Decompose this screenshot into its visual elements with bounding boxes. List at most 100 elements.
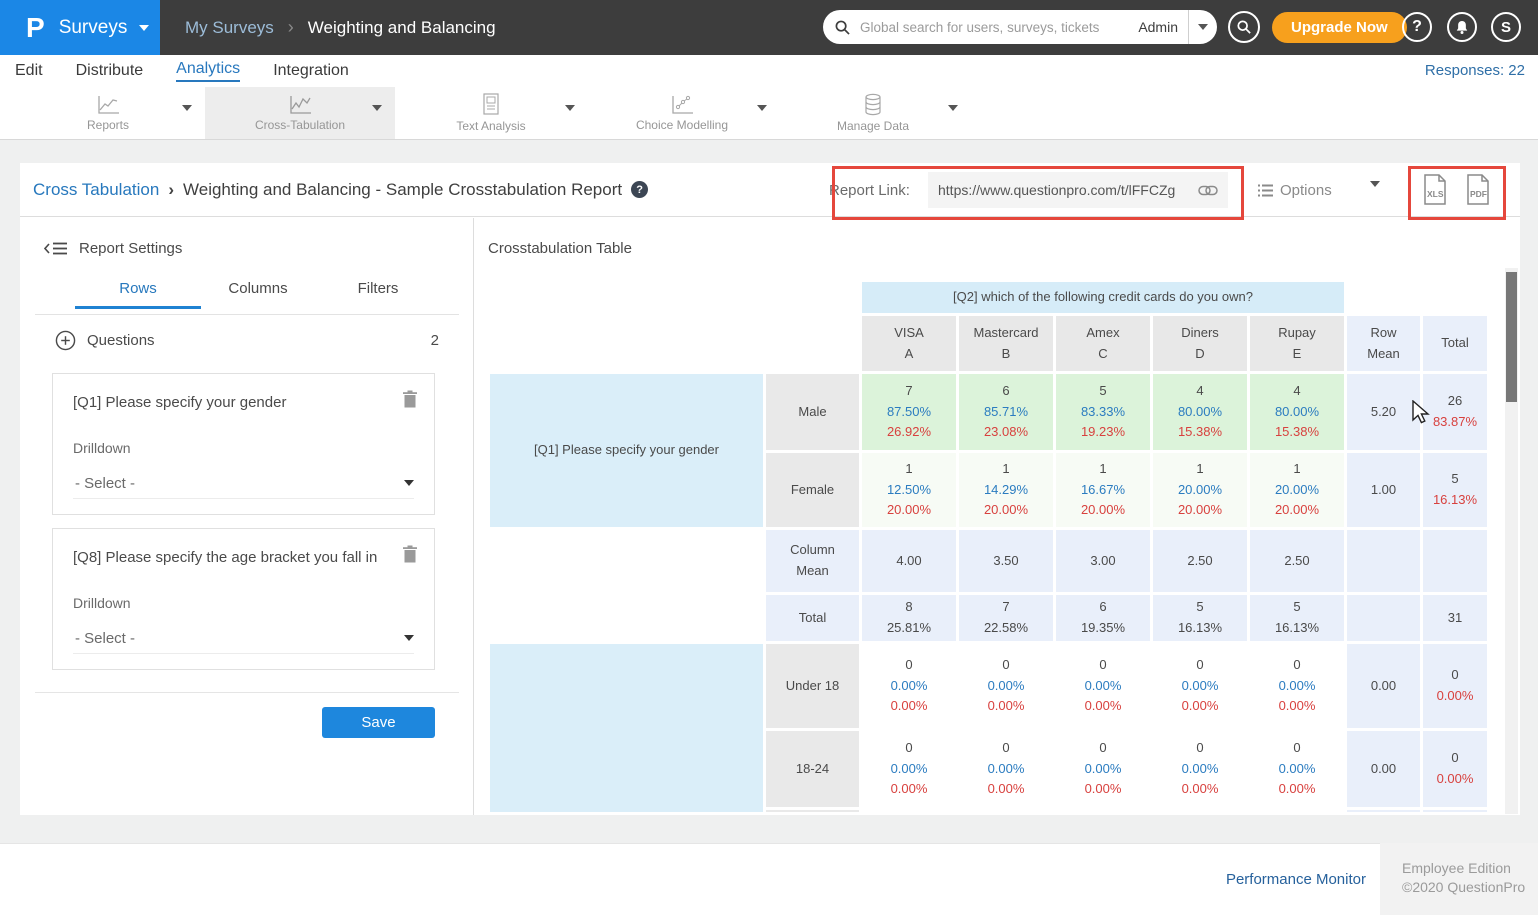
report-settings-panel: Report Settings Rows Columns Filters Que… [20, 218, 474, 815]
toolbar-reports[interactable]: Reports [27, 87, 189, 139]
report-help-icon[interactable]: ? [631, 181, 648, 198]
options-list-icon [1258, 184, 1273, 197]
search-button[interactable] [1228, 11, 1260, 43]
drilldown-select[interactable]: - Select - [73, 623, 414, 654]
data-cell: 00.00%0.00% [959, 644, 1053, 728]
column-header-amex: AmexC [1056, 316, 1150, 371]
toolbar-cross-tabulation[interactable]: Cross-Tabulation [205, 87, 395, 139]
column-mean-cell: 2.50 [1250, 530, 1344, 592]
scatter-chart-icon [669, 94, 695, 116]
cross-tabulation-caret[interactable] [372, 111, 382, 129]
options-button[interactable]: Options [1258, 172, 1332, 208]
table-cell [959, 810, 1053, 812]
export-xls-icon[interactable]: XLS [1421, 174, 1449, 206]
drilldown-select[interactable]: - Select - [73, 468, 414, 499]
user-avatar[interactable]: S [1491, 12, 1521, 42]
data-cell: 685.71%23.08% [959, 374, 1053, 450]
select-value: - Select - [73, 630, 404, 647]
breadcrumb-my-surveys[interactable]: My Surveys [185, 18, 274, 38]
choice-modelling-caret[interactable] [757, 111, 767, 129]
save-button[interactable]: Save [322, 707, 435, 738]
column-question-banner: [Q2] which of the following credit cards… [862, 282, 1344, 313]
cross-tabulation-link[interactable]: Cross Tabulation [33, 180, 159, 200]
options-label: Options [1280, 182, 1332, 199]
data-row-under-18: Under 1800.00%0.00%00.00%0.00%00.00%0.00… [490, 644, 1487, 728]
row-total-cell: 00.00% [1423, 644, 1487, 728]
document-icon [481, 93, 501, 117]
reports-caret[interactable] [182, 111, 192, 129]
help-button[interactable]: ? [1402, 12, 1432, 42]
report-content: Cross Tabulation › Weighting and Balanci… [20, 163, 1520, 815]
questions-label: Questions [87, 332, 431, 349]
table-cell [1347, 595, 1420, 641]
total-cell: 825.81% [862, 595, 956, 641]
global-search-input[interactable] [858, 19, 1132, 36]
table-cell [1347, 530, 1420, 592]
tab-filters[interactable]: Filters [315, 280, 441, 306]
tab-columns[interactable]: Columns [195, 280, 321, 306]
column-mean-cell: 2.50 [1153, 530, 1247, 592]
copyright-label: ©2020 QuestionPro [1402, 878, 1538, 897]
options-caret[interactable] [1370, 187, 1380, 205]
data-cell: 00.00%0.00% [1153, 731, 1247, 807]
tab-rows[interactable]: Rows [75, 280, 201, 309]
toolbar-choice-modelling[interactable]: Choice Modelling [601, 87, 763, 139]
collapse-settings-button[interactable]: Report Settings [44, 240, 182, 257]
table-cell [766, 810, 859, 812]
table-scrollbar-thumb[interactable] [1506, 272, 1517, 402]
responses-count: Responses: 22 [1425, 62, 1525, 79]
total-header: Total [1423, 316, 1487, 371]
delete-question-icon[interactable] [402, 390, 418, 409]
upgrade-now-button[interactable]: Upgrade Now [1272, 12, 1407, 43]
total-cell: 516.13% [1250, 595, 1344, 641]
nav-edit[interactable]: Edit [15, 62, 43, 80]
performance-monitor-link[interactable]: Performance Monitor [1226, 871, 1366, 888]
collapse-menu-icon [44, 241, 68, 256]
data-cell: 787.50%26.92% [862, 374, 956, 450]
toolbar-label: Text Analysis [456, 119, 525, 133]
nav-integration[interactable]: Integration [273, 62, 349, 80]
export-pdf-icon[interactable]: PDF [1464, 174, 1492, 206]
search-icon [1237, 20, 1251, 34]
data-cell: 112.50%20.00% [862, 453, 956, 527]
drilldown-label: Drilldown [73, 595, 131, 611]
table-cell [1423, 530, 1487, 592]
column-mean-row: ColumnMean4.003.503.002.502.50 [490, 530, 1487, 592]
cross-tab-chart-icon [287, 94, 313, 116]
nav-distribute[interactable]: Distribute [76, 62, 144, 80]
data-cell: 00.00%0.00% [862, 731, 956, 807]
text-analysis-caret[interactable] [565, 111, 575, 129]
column-header-visa: VISAA [862, 316, 956, 371]
column-mean-label: ColumnMean [766, 530, 859, 592]
select-caret-icon [404, 480, 414, 486]
manage-data-caret[interactable] [948, 111, 958, 129]
divider [35, 692, 459, 693]
column-mean-cell: 3.50 [959, 530, 1053, 592]
row-label: 18-24 [766, 731, 859, 807]
row-question-cell-2 [490, 644, 763, 812]
crosstab-table-wrapper: [Q2] which of the following credit cards… [487, 279, 1505, 812]
header-row: VISAAMastercardBAmexCDinersDRupayERowMea… [490, 316, 1487, 371]
analytics-toolbar: Reports Cross-Tabulation Text Analysis C… [0, 87, 1538, 140]
total-cell: 619.35% [1056, 595, 1150, 641]
nav-analytics[interactable]: Analytics [176, 60, 240, 82]
search-scope-caret[interactable] [1189, 10, 1217, 44]
delete-question-icon[interactable] [402, 545, 418, 564]
search-scope-admin[interactable]: Admin [1138, 19, 1178, 35]
row-total-cell: 2683.87% [1423, 374, 1487, 450]
add-question-icon[interactable] [55, 330, 76, 351]
link-icon[interactable] [1198, 185, 1218, 196]
survey-nav: Edit Distribute Analytics Integration [0, 55, 1538, 87]
data-cell: 480.00%15.38% [1250, 374, 1344, 450]
row-question-cell: [Q1] Please specify your gender [490, 374, 763, 527]
product-menu[interactable]: P Surveys [0, 0, 160, 55]
line-chart-icon [95, 94, 121, 116]
svg-text:XLS: XLS [1427, 189, 1444, 199]
data-cell: 480.00%15.38% [1153, 374, 1247, 450]
toolbar-manage-data[interactable]: Manage Data [792, 87, 954, 139]
report-link-field[interactable]: https://www.questionpro.com/t/lFFCZg [928, 172, 1228, 208]
drilldown-label: Drilldown [73, 440, 131, 456]
notifications-button[interactable] [1447, 12, 1477, 42]
report-link-url[interactable]: https://www.questionpro.com/t/lFFCZg [938, 182, 1198, 198]
toolbar-text-analysis[interactable]: Text Analysis [410, 87, 572, 139]
